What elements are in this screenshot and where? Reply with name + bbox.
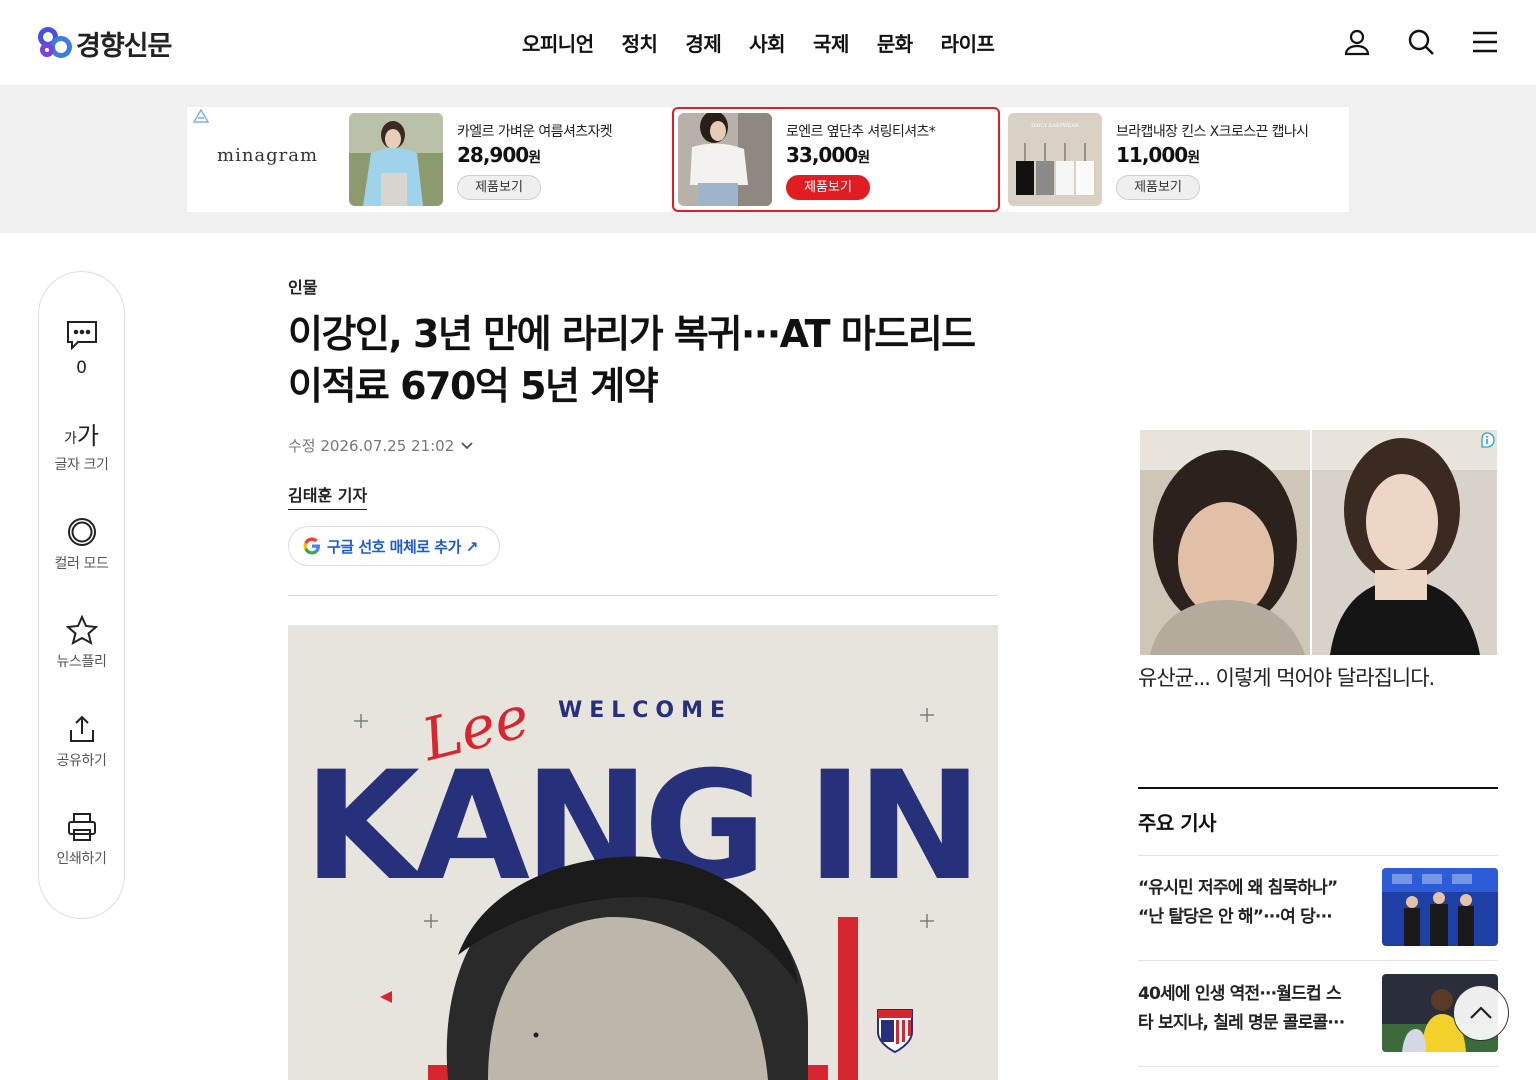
header-actions (1342, 26, 1500, 58)
logo-text: 경향신문 (76, 30, 172, 62)
nav-item-opinion[interactable]: 오피니언 (522, 28, 594, 57)
ad-product-image[interactable]: DAILY EASYWEAR (1008, 113, 1102, 206)
adchoice-icon[interactable] (192, 108, 210, 127)
ad-product-price: 33,000원 (786, 143, 870, 167)
share-button[interactable]: 공유하기 (39, 712, 124, 770)
main-article-item[interactable]: “유시민 저주에 왜 침묵하나” “난 탈당은 안 해”···여 당··· (1138, 868, 1498, 948)
site-logo[interactable]: 경향신문 (38, 24, 172, 62)
main-articles-title: 주요 기사 (1138, 811, 1217, 835)
newsply-button[interactable]: 뉴스플리 (39, 613, 124, 671)
view-product-button[interactable]: 제품보기 (457, 175, 541, 200)
font-size-icon: 가가 (64, 422, 99, 450)
view-product-button[interactable]: 제품보기 (786, 175, 870, 200)
article-headline: 이강인, 3년 만에 라리가 복귀···AT 마드리드 이적료 670억 5년 … (288, 312, 976, 408)
ad-image-label: DAILY EASYWEAR (1031, 123, 1079, 129)
section-top-rule (1138, 787, 1498, 789)
ad-brand-name[interactable]: minagram (217, 145, 318, 166)
color-mode-label: 컬러 모드 (54, 556, 109, 572)
info-icon[interactable] (1479, 432, 1495, 448)
ad-product-price: 28,900원 (457, 143, 541, 167)
photo-welcome-text: WELCOME (558, 698, 732, 723)
top-ad-band: minagram 카엘르 가벼운 여름셔츠자켓 28,900원 제품보기 로엔르… (0, 86, 1536, 233)
site-header: 경향신문 오피니언 정치 경제 사회 국제 문화 라이프 (0, 0, 1536, 86)
google-preferred-source-button[interactable]: 구글 선호 매체로 추가 ↗ (288, 526, 500, 566)
user-icon[interactable] (1342, 26, 1372, 58)
comment-count: 0 (76, 358, 87, 378)
star-icon (39, 613, 124, 645)
menu-icon[interactable] (1470, 26, 1500, 58)
ad-product-image[interactable] (678, 113, 772, 206)
font-size-label: 글자 크기 (54, 457, 109, 473)
share-label: 공유하기 (56, 753, 107, 769)
ad-product-title[interactable]: 브라캡내장 킨스 X크로스끈 캡나시 (1116, 121, 1309, 141)
nav-item-world[interactable]: 국제 (813, 28, 849, 57)
article-main-photo[interactable]: WELCOME KANG IN Lee (288, 625, 998, 1080)
sponsored-ad-image[interactable] (1140, 430, 1497, 655)
google-icon (303, 537, 320, 555)
sponsored-ad-caption[interactable]: 유산균... 이렇게 먹어야 달라집니다. (1138, 662, 1435, 692)
view-product-button[interactable]: 제품보기 (1116, 175, 1200, 200)
font-size-button[interactable]: 가가 글자 크기 (39, 416, 124, 474)
section-divider (1138, 855, 1498, 856)
main-nav: 오피니언 정치 경제 사회 국제 문화 라이프 (522, 28, 995, 57)
ad-product-title[interactable]: 카엘르 가벼운 여름셔츠자켓 (457, 121, 613, 141)
search-icon[interactable] (1406, 26, 1436, 58)
print-button[interactable]: 인쇄하기 (39, 810, 124, 868)
color-mode-icon (39, 515, 124, 547)
main-article-thumbnail[interactable] (1382, 868, 1498, 946)
nav-item-society[interactable]: 사회 (749, 28, 785, 57)
share-icon (39, 712, 124, 744)
print-label: 인쇄하기 (56, 851, 107, 867)
chevron-up-icon (1470, 1006, 1492, 1019)
main-article-title[interactable]: “유시민 저주에 왜 침묵하나” “난 탈당은 안 해”···여 당··· (1138, 874, 1368, 932)
product-ad[interactable]: minagram 카엘르 가벼운 여름셔츠자켓 28,900원 제품보기 로엔르… (187, 107, 1349, 212)
ad-product-title[interactable]: 로엔르 옆단추 셔링티셔츠* (786, 121, 936, 141)
ad-product-price: 11,000원 (1116, 143, 1200, 167)
ad-product-3[interactable]: DAILY EASYWEAR 브라캡내장 킨스 X크로스끈 캡나시 11,000… (1002, 107, 1330, 212)
color-mode-button[interactable]: 컬러 모드 (39, 515, 124, 573)
main-article-item[interactable]: 40세에 인생 역전···월드컵 스타 보지냐, 칠레 명문 콜로콜··· (1138, 974, 1498, 1054)
author-byline[interactable]: 김태훈 기자 (288, 482, 368, 510)
nav-item-culture[interactable]: 문화 (877, 28, 913, 57)
nav-item-life[interactable]: 라이프 (941, 28, 995, 57)
article-divider (288, 595, 998, 596)
print-icon (39, 810, 124, 842)
comment-icon (39, 318, 124, 350)
ad-product-2[interactable]: 로엔르 옆단추 셔링티셔츠* 33,000원 제품보기 (672, 107, 1000, 212)
comments-button[interactable]: 0 (39, 318, 124, 378)
nav-item-economy[interactable]: 경제 (685, 28, 721, 57)
nav-item-politics[interactable]: 정치 (622, 28, 658, 57)
main-article-title[interactable]: 40세에 인생 역전···월드컵 스타 보지냐, 칠레 명문 콜로콜··· (1138, 980, 1368, 1038)
date-text: 수정 2026.07.25 21:02 (288, 437, 455, 455)
article-toolbar: 0 가가 글자 크기 컬러 모드 뉴스플리 공유하기 인쇄하기 (38, 271, 125, 919)
chevron-down-icon[interactable] (460, 441, 474, 451)
logo-mark-icon (38, 27, 74, 59)
news-divider (1138, 1066, 1498, 1067)
scroll-to-top-button[interactable] (1453, 985, 1509, 1041)
article-category[interactable]: 인물 (288, 274, 317, 298)
ad-product-image[interactable] (349, 113, 443, 206)
news-divider (1138, 960, 1498, 961)
article-date[interactable]: 수정 2026.07.25 21:02 (288, 435, 474, 456)
google-button-label: 구글 선호 매체로 추가 ↗ (327, 537, 478, 556)
newsply-label: 뉴스플리 (56, 654, 107, 670)
ad-product-1[interactable]: 카엘르 가벼운 여름셔츠자켓 28,900원 제품보기 (343, 107, 671, 212)
